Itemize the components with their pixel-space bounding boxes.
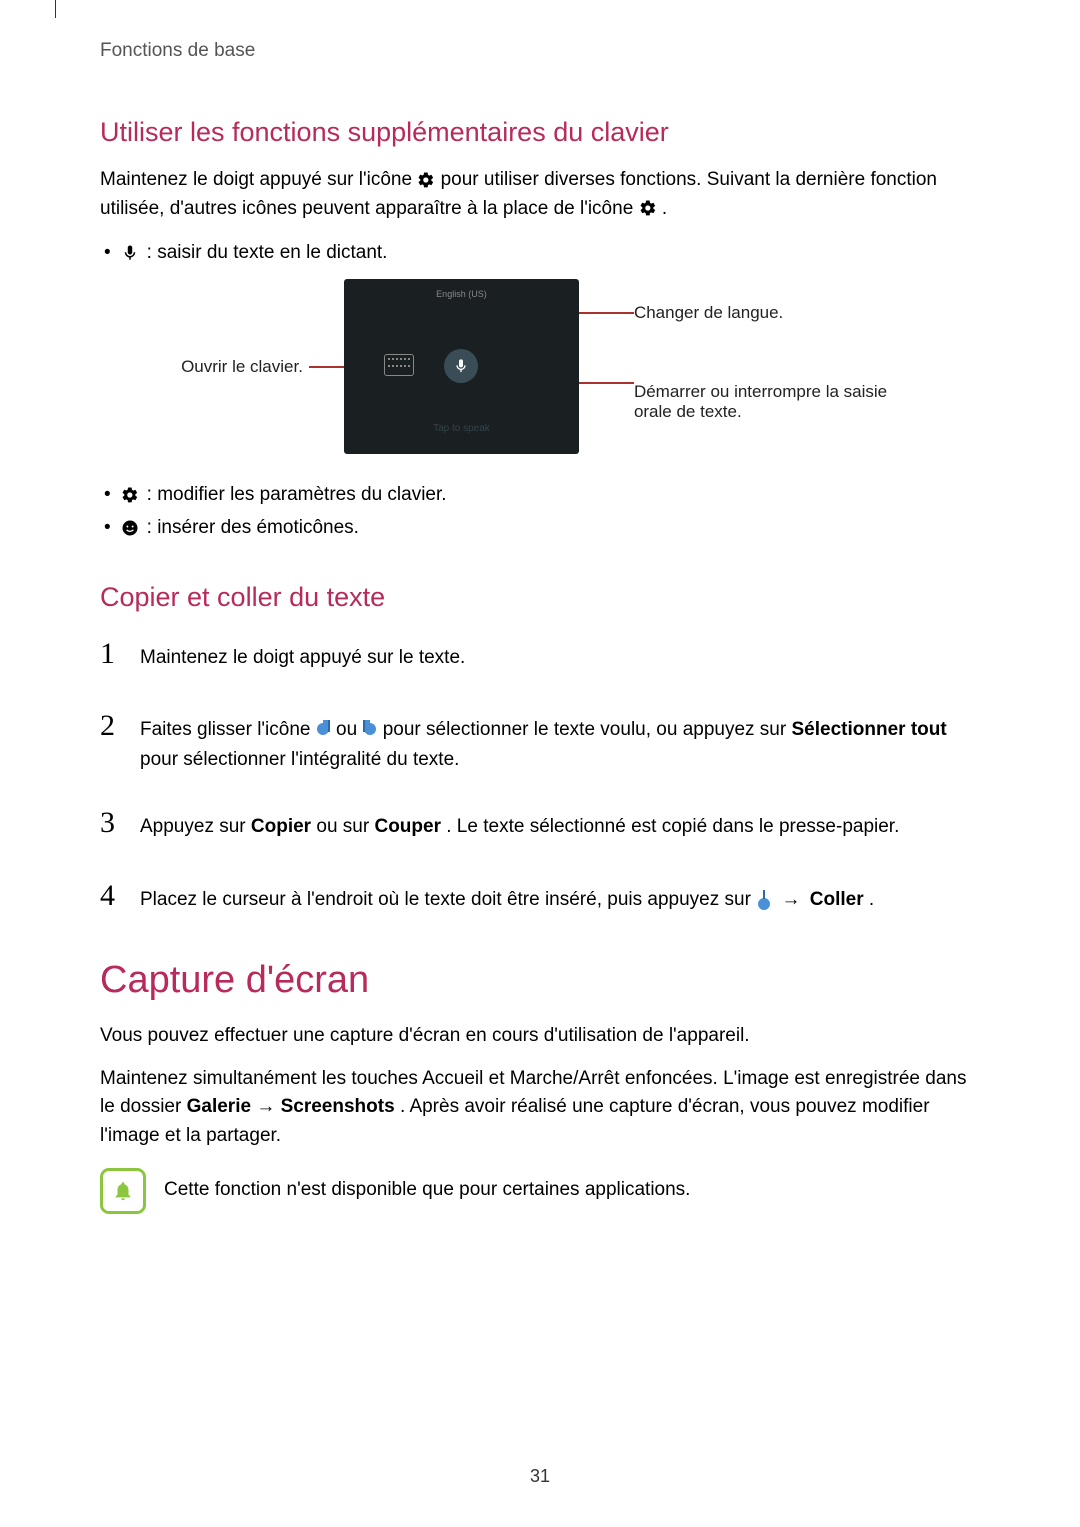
voice-input-figure: Ouvrir le clavier. English (US) Tap to s… [100, 279, 980, 454]
bullet-item-mic: : saisir du texte en le dictant. [100, 237, 980, 269]
arrow-separator: → [781, 889, 805, 910]
step-4b: . [869, 889, 874, 910]
step-3c: . Le texte sélectionné est copié dans le… [446, 816, 899, 837]
bullet-list-2: : modifier les paramètres du clavier. : … [100, 479, 980, 544]
step-3-cut: Couper [374, 816, 441, 837]
step-4-paste: Coller [810, 889, 864, 910]
callout-lang: Changer de langue. [634, 303, 783, 323]
mic-button-icon [444, 349, 478, 383]
screenshot-tap-label: Tap to speak [433, 423, 490, 434]
step-3a: Appuyez sur [140, 816, 251, 837]
step-2-text: Faites glisser l'icône ou pour sélection… [140, 715, 980, 774]
step-1-text: Maintenez le doigt appuyé sur le texte. [140, 643, 980, 672]
step-3: 3 Appuyez sur Copier ou sur Couper . Le … [100, 800, 980, 847]
cursor-handle-icon [756, 890, 772, 910]
intro-text-c: . [662, 198, 667, 219]
bullet-smile-text: : insérer des émoticônes. [147, 512, 359, 544]
section-title-screenshot: Capture d'écran [100, 959, 980, 1002]
step-2d: pour sélectionner l'intégralité du texte… [140, 749, 459, 770]
notification-bell-icon [100, 1168, 146, 1214]
p2-screenshots: Screenshots [281, 1096, 395, 1117]
selection-handle-start-icon [316, 720, 331, 741]
section-title-copy: Copier et coller du texte [100, 582, 980, 613]
arrow-separator: → [256, 1096, 280, 1117]
callout-connector-left [309, 366, 344, 368]
step-3-text: Appuyez sur Copier ou sur Couper . Le te… [140, 812, 980, 841]
step-1: 1 Maintenez le doigt appuyé sur le texte… [100, 631, 980, 678]
voice-input-screenshot: English (US) Tap to speak [344, 279, 579, 454]
step-2a: Faites glisser l'icône [140, 719, 316, 740]
note-block: Cette fonction n'est disponible que pour… [100, 1168, 980, 1214]
settings-icon [417, 171, 435, 189]
microphone-icon [121, 244, 139, 262]
screenshot-language-label: English (US) [436, 289, 487, 299]
step-2b: ou [336, 719, 362, 740]
copy-steps: 1 Maintenez le doigt appuyé sur le texte… [100, 631, 980, 919]
step-2-select-all: Sélectionner tout [792, 719, 947, 740]
screenshot-p1: Vous pouvez effectuer une capture d'écra… [100, 1022, 980, 1051]
bullet-mic-text: : saisir du texte en le dictant. [147, 237, 388, 269]
step-3-copy: Copier [251, 816, 311, 837]
step-4-text: Placez le curseur à l'endroit où le text… [140, 885, 980, 914]
step-2: 2 Faites glisser l'icône ou pour sélecti… [100, 703, 980, 774]
page-content: Fonctions de base Utiliser les fonctions… [0, 0, 1080, 1214]
callout-connector-lang [579, 312, 634, 314]
settings-icon [121, 486, 139, 504]
bullet-list-1: : saisir du texte en le dictant. [100, 237, 980, 269]
bullet-item-smile: : insérer des émoticônes. [100, 512, 980, 544]
keyboard-icon [384, 354, 414, 376]
intro-text-a: Maintenez le doigt appuyé sur l'icône [100, 169, 417, 190]
callout-voice: Démarrer ou interrompre la saisie orale … [634, 382, 894, 422]
p2-gallery: Galerie [187, 1096, 251, 1117]
screenshot-p2: Maintenez simultanément les touches Accu… [100, 1065, 980, 1151]
step-4a: Placez le curseur à l'endroit où le text… [140, 889, 756, 910]
step-number: 1 [100, 631, 122, 678]
step-3b: ou sur [316, 816, 374, 837]
page-number: 31 [530, 1466, 550, 1487]
settings-icon [639, 199, 657, 217]
bullet-gear-text: : modifier les paramètres du clavier. [147, 479, 447, 511]
step-number: 4 [100, 873, 122, 920]
smiley-icon [121, 519, 139, 537]
breadcrumb: Fonctions de base [100, 40, 980, 62]
step-4: 4 Placez le curseur à l'endroit où le te… [100, 873, 980, 920]
selection-handle-end-icon [362, 720, 377, 741]
page-top-marker [55, 0, 56, 18]
bullet-item-gear: : modifier les paramètres du clavier. [100, 479, 980, 511]
step-number: 3 [100, 800, 122, 847]
note-text: Cette fonction n'est disponible que pour… [164, 1168, 690, 1205]
step-number: 2 [100, 703, 122, 750]
step-2c: pour sélectionner le texte voulu, ou app… [383, 719, 792, 740]
section-title-keyboard: Utiliser les fonctions supplémentaires d… [100, 117, 980, 148]
callout-left: Ouvrir le clavier. [181, 357, 309, 377]
section1-intro: Maintenez le doigt appuyé sur l'icône po… [100, 166, 980, 223]
callout-connector-voice [579, 382, 634, 384]
